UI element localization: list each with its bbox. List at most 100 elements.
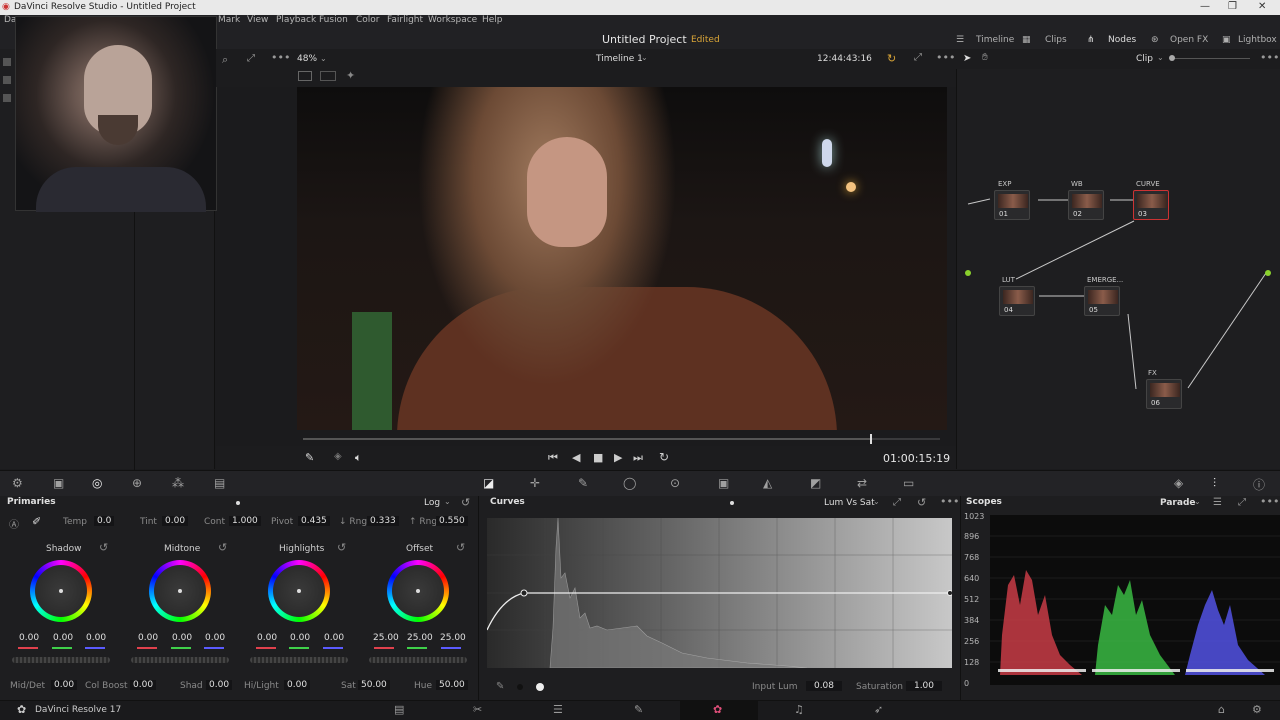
curve-mode-select[interactable]: Lum Vs Sat (824, 498, 875, 508)
openfx-button[interactable]: Open FX (1170, 35, 1208, 45)
midtone-master-wheel[interactable] (131, 657, 229, 663)
loop-playback-icon[interactable]: ↻ (659, 450, 669, 464)
clips-button[interactable]: Clips (1045, 35, 1067, 45)
eyedropper-icon[interactable]: ✎ (305, 451, 314, 464)
highlights-wheel[interactable] (268, 560, 330, 622)
color-match-icon[interactable]: ▣ (53, 476, 64, 490)
play-icon[interactable]: ▶ (614, 451, 622, 464)
hue-field[interactable]: 50.00 (436, 680, 468, 690)
midtone-y[interactable]: 0.00 (138, 633, 158, 643)
offset-y[interactable]: 25.00 (373, 633, 399, 643)
fairlight-page-icon[interactable]: ♫ (794, 703, 804, 716)
chevron-down-icon[interactable]: ⌄ (444, 497, 451, 506)
media-page-icon[interactable]: ▤ (394, 703, 404, 716)
node-lut[interactable]: 04 (999, 286, 1035, 316)
node-curve[interactable]: 03 (1133, 190, 1169, 220)
scope-expand-icon[interactable]: ⤢ (1238, 497, 1246, 508)
curves-more-icon[interactable]: ••• (940, 495, 959, 508)
viewer-image[interactable] (297, 87, 947, 430)
close-button[interactable]: ✕ (1258, 1, 1266, 12)
menu-color[interactable]: Color (356, 15, 380, 25)
offset-g[interactable]: 25.00 (440, 633, 466, 643)
image-wipe-icon[interactable] (298, 71, 312, 81)
shadow-g[interactable]: 0.00 (86, 633, 106, 643)
midtone-g[interactable]: 0.00 (205, 633, 225, 643)
highlight-icon[interactable]: ✦ (346, 69, 355, 82)
fit-icon[interactable]: ⤢ (247, 53, 255, 64)
scope-type-select[interactable]: Parade (1160, 498, 1196, 508)
home-icon[interactable]: ⌂ (1218, 703, 1225, 716)
timeline-icon[interactable]: ☰ (956, 35, 964, 45)
black-point-swatch[interactable] (517, 684, 523, 690)
layers-icon[interactable]: ◈ (334, 451, 342, 462)
input-lum-field[interactable]: 0.08 (806, 681, 842, 691)
fusion-page-icon[interactable]: ✎ (634, 703, 643, 716)
auto-balance-icon[interactable]: Ⓐ (9, 516, 19, 531)
menu-playback[interactable]: Playback (276, 15, 316, 25)
sizing-icon[interactable]: ⇄ (857, 476, 867, 490)
chevron-down-icon[interactable]: ⌄ (873, 497, 880, 506)
fullscreen-icon[interactable]: ⤢ (914, 52, 922, 63)
loop-icon[interactable]: ↻ (887, 52, 896, 65)
curves-icon[interactable]: ◪ (483, 476, 494, 490)
split-screen-icon[interactable] (320, 71, 336, 81)
rgb-mixer-icon[interactable]: ⁂ (172, 476, 184, 490)
nodes-button[interactable]: Nodes (1108, 35, 1136, 45)
shadow-master-wheel[interactable] (12, 657, 110, 663)
reset-icon[interactable]: ↺ (461, 496, 470, 509)
motion-effects-icon[interactable]: ▤ (214, 476, 225, 490)
node-emerge[interactable]: 05 (1084, 286, 1120, 316)
zoom-select[interactable]: 48% (297, 54, 317, 64)
maximize-button[interactable]: ❐ (1228, 1, 1237, 12)
more-icon[interactable]: ••• (271, 51, 290, 64)
search-icon[interactable]: ⌕ (222, 53, 228, 67)
node-fx[interactable]: 06 (1146, 379, 1182, 409)
reset-icon[interactable]: ↺ (337, 541, 346, 554)
scope-more-icon[interactable]: ••• (1260, 495, 1279, 508)
luts-icon[interactable] (3, 76, 11, 84)
node-more-icon[interactable]: ••• (1260, 51, 1279, 64)
white-point-swatch[interactable] (536, 683, 544, 691)
tracker-icon[interactable]: ⊙ (670, 476, 680, 490)
middet-field[interactable]: 0.00 (51, 680, 78, 690)
midtone-r[interactable]: 0.00 (172, 633, 192, 643)
color-warper-icon[interactable]: ✛ (530, 476, 540, 490)
shad-field[interactable]: 0.00 (206, 680, 233, 690)
menu-view[interactable]: View (247, 15, 268, 25)
cont-field[interactable]: 1.000 (229, 516, 261, 526)
play-reverse-icon[interactable]: ◀ (572, 451, 580, 464)
media-icon[interactable] (3, 94, 11, 102)
highlights-r[interactable]: 0.00 (290, 633, 310, 643)
menu-fusion[interactable]: Fusion (319, 15, 348, 25)
midtone-wheel[interactable] (149, 560, 211, 622)
color-wheels-icon[interactable]: ◎ (92, 476, 102, 490)
lightbox-icon[interactable]: ▣ (1222, 35, 1231, 45)
node-wb[interactable]: 02 (1068, 190, 1104, 220)
menu-mark[interactable]: Mark (218, 15, 240, 25)
page-dot[interactable] (236, 501, 240, 505)
offset-r[interactable]: 25.00 (407, 633, 433, 643)
high-range-field[interactable]: 0.550 (436, 516, 468, 526)
viewer-more-icon[interactable]: ••• (936, 51, 955, 64)
gallery-icon[interactable] (3, 58, 11, 66)
skip-start-icon[interactable]: ⏮︎ (548, 451, 558, 465)
blur-icon[interactable]: ◭ (763, 476, 772, 490)
reset-icon[interactable]: ↺ (456, 541, 465, 554)
temp-field[interactable]: 0.0 (94, 516, 115, 526)
page-dot[interactable] (730, 501, 734, 505)
pointer-icon[interactable]: ➤ (963, 53, 971, 64)
keyframes-icon[interactable]: ◈ (1174, 476, 1183, 490)
scopes-icon[interactable]: ⫶ (1213, 476, 1216, 491)
chevron-down-icon[interactable]: ⌄ (320, 54, 327, 63)
offset-master-wheel[interactable] (369, 657, 467, 663)
node-zoom-slider[interactable] (1170, 58, 1250, 59)
skip-end-icon[interactable]: ⏭︎ (633, 451, 643, 465)
playhead[interactable] (870, 434, 872, 444)
node-mode-select[interactable]: Clip (1136, 54, 1153, 64)
source-timecode[interactable]: 12:44:43:16 (817, 54, 872, 64)
offset-wheel[interactable] (387, 560, 449, 622)
expand-icon[interactable]: ⤢ (893, 497, 901, 508)
node-exp[interactable]: 01 (994, 190, 1030, 220)
qualifier-icon[interactable]: ✎ (578, 476, 588, 490)
curve-graph[interactable] (487, 518, 952, 668)
